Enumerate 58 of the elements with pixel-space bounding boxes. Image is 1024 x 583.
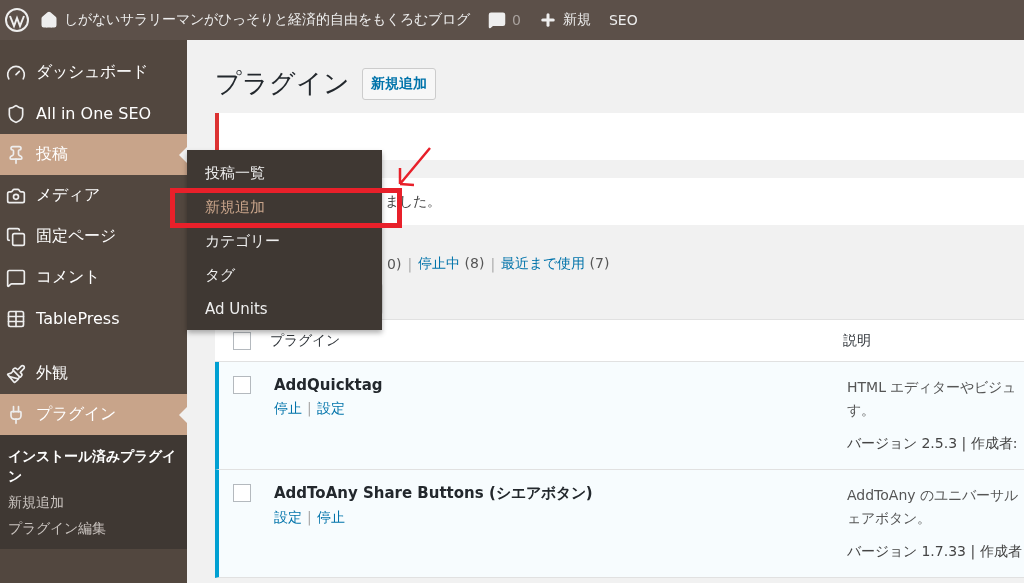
- page-title: プラグイン: [215, 67, 350, 100]
- submenu-item[interactable]: インストール済みプラグイン: [0, 443, 187, 489]
- flyout-item[interactable]: カテゴリー: [187, 224, 382, 258]
- flyout-item[interactable]: タグ: [187, 258, 382, 292]
- column-header: プラグイン: [270, 331, 341, 350]
- paintbrush-icon: [6, 363, 26, 384]
- checkbox[interactable]: [233, 376, 251, 394]
- sidebar-item[interactable]: 外観: [0, 353, 187, 394]
- home-icon: [40, 11, 58, 29]
- submenu-item[interactable]: 新規追加: [0, 489, 187, 515]
- pin-icon: [6, 144, 26, 165]
- filter-text: 0): [387, 256, 402, 272]
- speech-bubble-icon: [6, 267, 26, 288]
- filter-link[interactable]: 停止中: [418, 255, 461, 271]
- notice-text: ました。: [385, 192, 441, 211]
- flyout-item[interactable]: 新規追加: [187, 190, 382, 224]
- sidebar-item[interactable]: ダッシュボード: [0, 52, 187, 93]
- action-link[interactable]: 停止: [274, 400, 302, 418]
- sidebar-item[interactable]: 固定ページ: [0, 216, 187, 257]
- action-link[interactable]: 停止: [316, 509, 345, 527]
- version-text: バージョン 2.5.3 | 作成者:: [847, 435, 1019, 453]
- sidebar-item[interactable]: メディア: [0, 175, 187, 216]
- plugin-name: AddQuicktag: [274, 376, 384, 394]
- description-text: ェアボタン。: [847, 509, 932, 528]
- seo-link[interactable]: SEO: [608, 12, 638, 28]
- checkbox[interactable]: [233, 484, 251, 502]
- sidebar-item[interactable]: All in One SEO: [0, 93, 187, 134]
- version-text: バージョン 1.7.33 | 作成者: [847, 543, 1023, 561]
- action-link[interactable]: 設定: [316, 400, 345, 418]
- flyout-item[interactable]: 投稿一覧: [187, 156, 382, 190]
- plugin-name: AddToAny Share Buttons (シエアボタン): [274, 484, 594, 503]
- flyout-item[interactable]: Ad Units: [187, 292, 382, 326]
- checkbox[interactable]: [233, 331, 251, 350]
- table-icon: [6, 308, 26, 329]
- filter-count: (8): [464, 255, 485, 271]
- sidebar-item[interactable]: TablePress: [0, 298, 187, 339]
- speech-bubble-icon: [488, 11, 506, 29]
- add-new-button[interactable]: 新規追加: [362, 67, 436, 100]
- sidebar-item[interactable]: コメント: [0, 257, 187, 298]
- separator: |: [307, 400, 312, 418]
- filter-count: (7): [589, 255, 610, 271]
- new-content-link[interactable]: 新規: [538, 11, 591, 29]
- separator: |: [407, 256, 413, 272]
- description-text: す。: [847, 401, 876, 420]
- column-header: 説明: [843, 331, 872, 350]
- pages-icon: [6, 226, 26, 247]
- submenu-item[interactable]: プラグイン編集: [0, 515, 187, 541]
- wordpress-logo-icon[interactable]: [4, 7, 30, 33]
- action-link[interactable]: 設定: [274, 509, 302, 527]
- description-text: HTML エディターやビジュ: [847, 378, 1018, 397]
- shield-icon: [6, 103, 26, 124]
- site-title-link[interactable]: しがないサラリーマンがひっそりと経済的自由をもくろむブログ: [40, 11, 470, 29]
- arrow-annotation: [396, 146, 432, 188]
- separator: |: [307, 509, 312, 527]
- plus-icon: [538, 11, 557, 29]
- filter-link[interactable]: 最近まで使用: [501, 255, 586, 271]
- description-text: AddToAny のユニバーサル: [847, 486, 1020, 505]
- separator: |: [490, 256, 496, 272]
